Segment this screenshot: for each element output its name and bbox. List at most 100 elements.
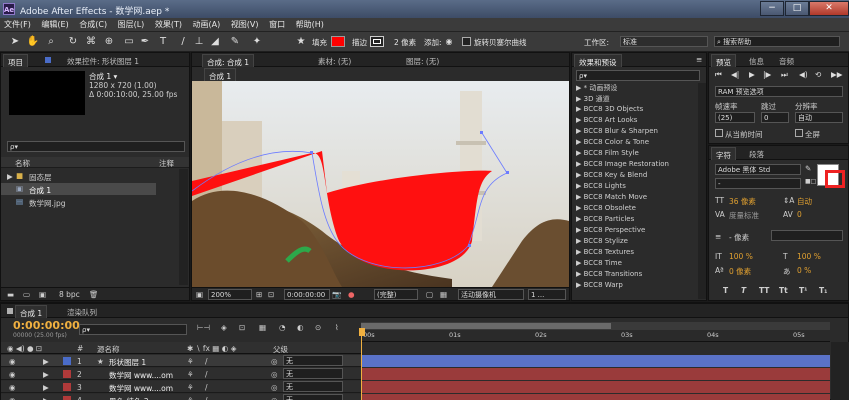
list-item[interactable]: ▤ 数学网.jpg <box>1 196 189 208</box>
tab-effect-controls[interactable]: 效果控件: 形状图层 1 <box>63 54 143 67</box>
minimize-button[interactable]: − <box>760 1 784 16</box>
project-search-input[interactable]: ρ▾ <box>7 141 185 152</box>
effects-list-item[interactable]: ▶ BCC8 Transitions <box>576 270 642 278</box>
grid-toggle-icon[interactable]: ⊞ <box>256 290 262 299</box>
expand-arrow-icon[interactable]: ▶ <box>43 370 49 379</box>
expand-arrow-icon[interactable]: ▶ <box>576 149 584 157</box>
leading-value[interactable]: 自动 <box>797 196 812 207</box>
baseline-shift-value[interactable]: 0 像素 <box>729 266 751 277</box>
text-tool-icon[interactable]: T <box>156 35 170 49</box>
effects-list-item[interactable]: ▶ BCC8 Lights <box>576 182 626 190</box>
superscript-button[interactable]: T¹ <box>799 286 807 295</box>
expand-arrow-icon[interactable]: ▶ <box>576 95 584 103</box>
table-row[interactable]: ◉ ▶ 4 黑色 纯色 3 ⚘ / ◎ 无 <box>1 394 361 400</box>
audio-icon[interactable]: ◀) <box>799 70 808 79</box>
search-help-input[interactable]: ⌕ 搜索帮助 <box>714 36 840 47</box>
tab-project[interactable]: 项目 <box>3 54 28 67</box>
views-select[interactable]: 1 ... <box>528 289 566 300</box>
expand-arrow-icon[interactable]: ▶ <box>576 226 584 234</box>
layer-name[interactable]: 黑色 纯色 3 <box>109 396 149 400</box>
snapshot-icon[interactable]: 📷 <box>332 290 341 299</box>
menu-file[interactable]: 文件(F) <box>0 18 35 30</box>
effects-list-item[interactable]: ▶ BCC8 Particles <box>576 215 634 223</box>
effects-list-item[interactable]: ▶ 3D 通道 <box>576 94 610 104</box>
pick-whip-icon[interactable]: ◎ <box>271 396 278 400</box>
tab-paragraph[interactable]: 段落 <box>745 147 768 160</box>
list-item[interactable]: ▶ ■ 固态层 <box>1 170 189 182</box>
quality-switch-icon[interactable]: / <box>205 370 208 379</box>
expand-arrow-icon[interactable]: ▶ <box>576 182 584 190</box>
camera-tool-icon[interactable]: ⌘ <box>84 35 98 49</box>
frame-blending-icon[interactable]: ▦ <box>259 323 266 332</box>
resolution-select[interactable]: (完整) <box>374 289 418 300</box>
effects-list-item[interactable]: ▶ BCC8 Perspective <box>576 226 645 234</box>
table-row[interactable]: ◉ ▶ 3 数学网 www....om ⚘ / ◎ 无 <box>1 381 361 393</box>
expand-arrow-icon[interactable]: ▶ <box>576 138 584 146</box>
tab-info[interactable]: 信息 <box>745 54 768 67</box>
effects-scrollbar[interactable] <box>698 83 706 299</box>
table-row[interactable]: ◉ ▶ 1 ★ 形状图层 1 ⚘ / ◎ 无 <box>1 355 361 367</box>
pan-behind-tool-icon[interactable]: ⊕ <box>102 35 116 49</box>
panel-menu-icon[interactable]: ≡ <box>696 55 702 64</box>
expand-arrow-icon[interactable]: ▶ <box>576 237 584 245</box>
text-stroke-value[interactable]: - 像素 <box>729 232 749 243</box>
layer-duration-bar[interactable] <box>361 355 830 367</box>
parent-select[interactable]: 无 <box>283 394 343 400</box>
label-color-swatch[interactable] <box>63 383 71 391</box>
new-folder-icon[interactable]: ▭ <box>23 290 30 299</box>
timeline-search-input[interactable]: ρ▾ <box>79 324 187 335</box>
workspace-select[interactable]: 标准 <box>620 36 708 47</box>
menu-animation[interactable]: 动画(A) <box>189 18 225 30</box>
kerning-value[interactable]: 度量标准 <box>729 210 759 221</box>
interpret-footage-icon[interactable]: ▬ <box>7 290 14 299</box>
from-current-checkbox[interactable] <box>715 129 723 137</box>
add-dropdown-icon[interactable]: ◉ <box>442 35 456 49</box>
eraser-tool-icon[interactable]: ◢ <box>208 35 222 49</box>
tab-render-queue[interactable]: 渲染队列 <box>63 305 101 318</box>
effects-list-item[interactable]: ▶ BCC8 Match Move <box>576 193 647 201</box>
comp-viewer-tab[interactable]: 合成 1 <box>204 68 237 81</box>
comp-mini-flowchart-icon[interactable]: ⊢⊣ <box>197 323 210 332</box>
maximize-button[interactable]: □ <box>785 1 809 16</box>
motion-blur-icon[interactable]: ◔ <box>279 323 286 332</box>
shy-switch-icon[interactable]: ⚘ <box>187 396 194 400</box>
label-color-swatch[interactable] <box>63 357 71 365</box>
quality-switch-icon[interactable]: / <box>205 396 208 400</box>
fullscreen-checkbox[interactable] <box>795 129 803 137</box>
visibility-eye-icon[interactable]: ◉ <box>9 357 16 366</box>
expand-arrow-icon[interactable]: ▶ <box>7 172 13 181</box>
next-frame-icon[interactable]: |▶ <box>763 70 771 79</box>
shy-switch-icon[interactable]: ⚘ <box>187 383 194 392</box>
ram-preview-options-select[interactable]: RAM 预览选项 <box>715 86 843 97</box>
tab-audio[interactable]: 音频 <box>775 54 798 67</box>
menu-view[interactable]: 视图(V) <box>227 18 263 30</box>
hide-shy-layers-icon[interactable]: ⊡ <box>239 323 245 332</box>
preview-resolution-select[interactable]: 自动 <box>795 112 843 123</box>
work-area-range[interactable] <box>361 323 611 329</box>
black-white-swatch-icon[interactable]: ■□ <box>805 178 816 185</box>
col-comment-header[interactable]: 注释 <box>159 158 174 169</box>
tracking-value[interactable]: 0 <box>797 210 802 219</box>
expand-arrow-icon[interactable]: ▶ <box>43 357 49 366</box>
horizontal-scale-value[interactable]: 100 % <box>797 252 821 261</box>
menu-edit[interactable]: 编辑(E) <box>37 18 72 30</box>
bpc-button[interactable]: 8 bpc <box>59 290 80 299</box>
menu-effect[interactable]: 效果(T) <box>151 18 186 30</box>
subscript-button[interactable]: T₁ <box>819 286 827 295</box>
menu-window[interactable]: 窗口 <box>265 18 289 30</box>
hand-tool-icon[interactable]: ✋ <box>26 35 40 49</box>
effects-list-item[interactable]: ▶ BCC8 Blur & Sharpen <box>576 127 658 135</box>
expand-arrow-icon[interactable]: ▶ <box>576 259 584 267</box>
graph-editor-icon[interactable]: ⌇ <box>335 323 339 332</box>
loop-icon[interactable]: ⟲ <box>815 70 821 79</box>
layer-duration-bar[interactable] <box>361 368 830 380</box>
effects-list-item[interactable]: ▶ BCC8 Time <box>576 259 622 267</box>
first-frame-icon[interactable]: ⏮ <box>715 70 722 80</box>
brush-tool-icon[interactable]: / <box>176 35 190 49</box>
pick-whip-icon[interactable]: ◎ <box>271 357 278 366</box>
pick-whip-icon[interactable]: ◎ <box>271 383 278 392</box>
new-comp-icon[interactable]: ▣ <box>39 290 46 299</box>
faux-bold-button[interactable]: T <box>723 286 728 295</box>
fill-color-swatch[interactable] <box>331 36 345 47</box>
visibility-eye-icon[interactable]: ◉ <box>9 383 16 392</box>
